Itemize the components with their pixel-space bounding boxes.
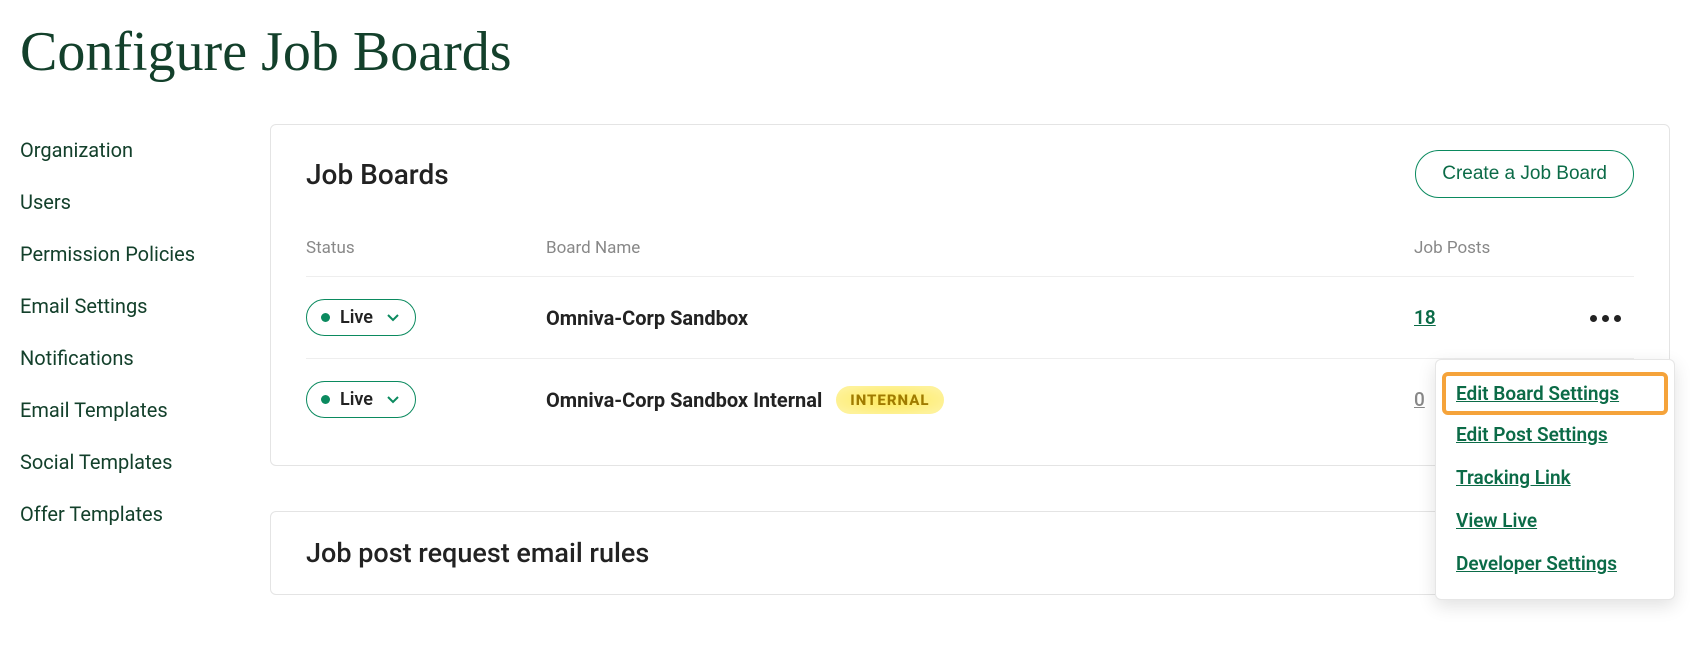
board-name: Omniva-Corp Sandbox <box>546 306 748 330</box>
row-actions-menu-button[interactable] <box>1584 309 1627 328</box>
column-header-status: Status <box>306 238 546 258</box>
status-label: Live <box>340 389 373 410</box>
status-dot-icon <box>321 395 330 404</box>
table-headers: Status Board Name Job Posts <box>306 238 1634 276</box>
dots-icon <box>1590 315 1597 322</box>
sidebar-item-organization[interactable]: Organization <box>20 124 240 176</box>
sidebar-item-users[interactable]: Users <box>20 176 240 228</box>
sidebar-item-permission-policies[interactable]: Permission Policies <box>20 228 240 280</box>
menu-item-tracking-link[interactable]: Tracking Link <box>1436 456 1674 499</box>
status-dropdown[interactable]: Live <box>306 299 416 336</box>
status-label: Live <box>340 307 373 328</box>
menu-item-view-live[interactable]: View Live <box>1436 499 1674 542</box>
sidebar-item-email-templates[interactable]: Email Templates <box>20 384 240 436</box>
create-job-board-button[interactable]: Create a Job Board <box>1415 150 1634 198</box>
sidebar-item-social-templates[interactable]: Social Templates <box>20 436 240 488</box>
page-title: Configure Job Boards <box>20 20 1670 84</box>
status-dot-icon <box>321 313 330 322</box>
internal-badge: INTERNAL <box>836 386 943 414</box>
sidebar-item-offer-templates[interactable]: Offer Templates <box>20 488 240 540</box>
job-posts-count-link[interactable]: 18 <box>1414 306 1436 329</box>
status-dropdown[interactable]: Live <box>306 381 416 418</box>
dots-icon <box>1602 315 1609 322</box>
sidebar-item-notifications[interactable]: Notifications <box>20 332 240 384</box>
column-header-job-posts: Job Posts <box>1414 238 1584 258</box>
job-posts-count-link[interactable]: 0 <box>1414 388 1425 411</box>
menu-item-edit-post-settings[interactable]: Edit Post Settings <box>1436 413 1674 456</box>
settings-sidebar: Organization Users Permission Policies E… <box>20 124 240 595</box>
sidebar-item-email-settings[interactable]: Email Settings <box>20 280 240 332</box>
dots-icon <box>1614 315 1621 322</box>
table-row: Live Omniva-Corp Sandbox 18 <box>306 276 1634 358</box>
menu-item-developer-settings[interactable]: Developer Settings <box>1436 542 1674 585</box>
chevron-down-icon <box>387 314 399 322</box>
row-actions-menu: Edit Board Settings Edit Post Settings T… <box>1435 359 1675 600</box>
menu-item-edit-board-settings[interactable]: Edit Board Settings <box>1444 374 1666 413</box>
job-boards-title: Job Boards <box>306 158 449 191</box>
board-name: Omniva-Corp Sandbox Internal <box>546 388 822 412</box>
column-header-board-name: Board Name <box>546 238 1414 258</box>
chevron-down-icon <box>387 396 399 404</box>
